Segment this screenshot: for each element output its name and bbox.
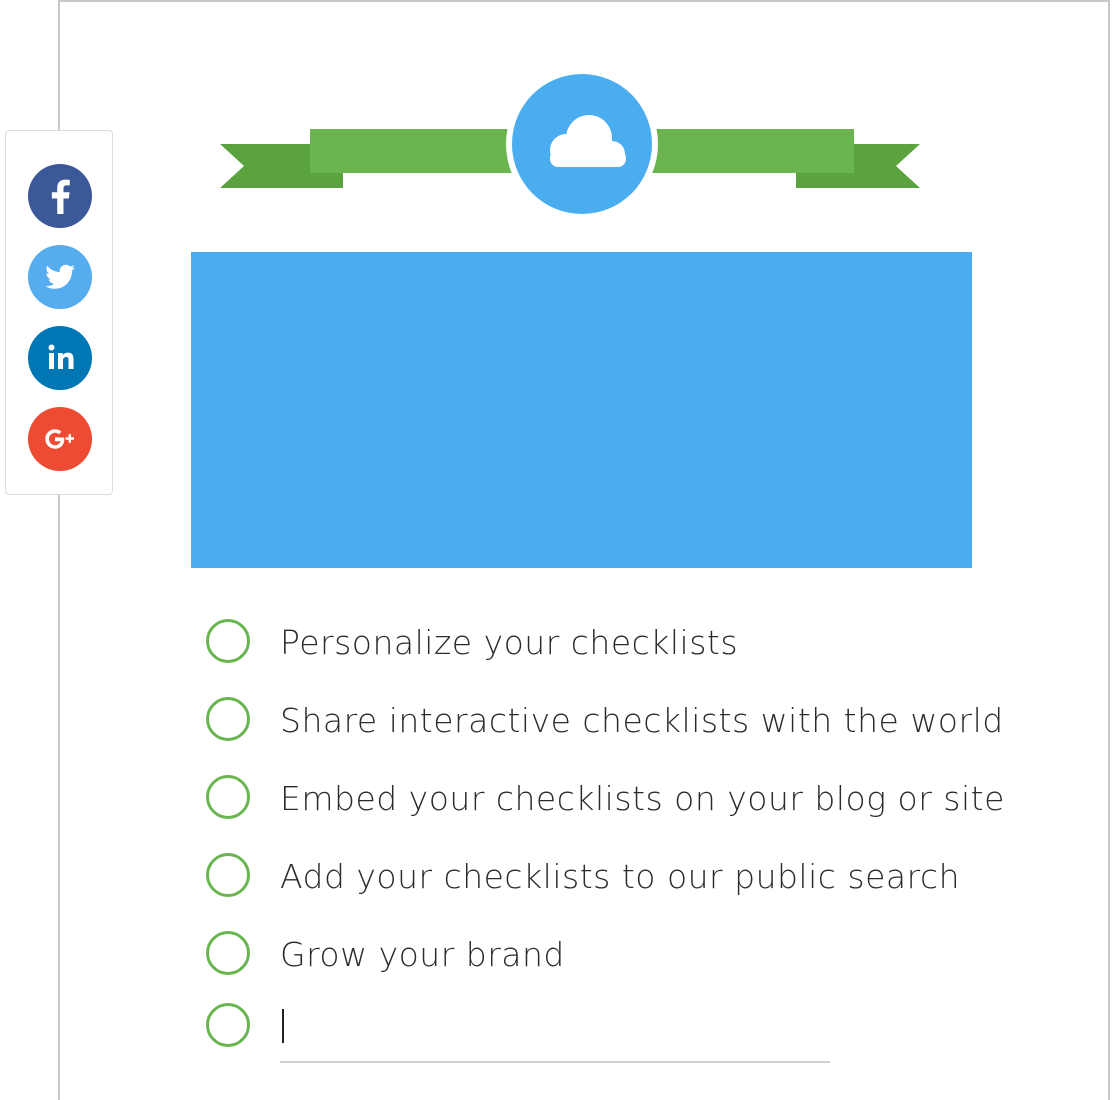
cloud-ribbon-banner [220, 74, 920, 216]
checklist: Personalize your checklists Share intera… [206, 615, 1006, 1083]
checklist-item: Add your checklists to our public search [206, 849, 1006, 927]
google-plus-share-button[interactable] [28, 407, 92, 471]
checklist-item-label: Embed your checklists on your blog or si… [280, 779, 1005, 818]
checklist-item-label: Share interactive checklists with the wo… [280, 701, 1004, 740]
checklist-item: Embed your checklists on your blog or si… [206, 771, 1006, 849]
checklist-item: Grow your brand [206, 927, 1006, 1005]
google-plus-icon [45, 429, 74, 449]
linkedin-share-button[interactable] [28, 326, 92, 390]
check-circle[interactable] [206, 1003, 250, 1047]
ribbon-left-band [310, 129, 520, 173]
checklist-item-label: Grow your brand [280, 935, 565, 974]
twitter-share-button[interactable] [28, 245, 92, 309]
check-circle[interactable] [206, 853, 250, 897]
check-circle[interactable] [206, 697, 250, 741]
linkedin-icon [48, 344, 74, 369]
social-share-bar [5, 130, 113, 495]
facebook-share-button[interactable] [28, 164, 92, 228]
checklist-item-label: Personalize your checklists [280, 623, 739, 662]
new-item-input[interactable] [280, 1005, 830, 1063]
check-circle[interactable] [206, 619, 250, 663]
facebook-icon [51, 179, 70, 214]
ribbon-right-band [642, 129, 854, 173]
twitter-icon [45, 264, 75, 289]
checklist-item: Personalize your checklists [206, 615, 1006, 693]
hero-image-placeholder [191, 252, 972, 568]
check-circle[interactable] [206, 775, 250, 819]
text-caret [282, 1009, 284, 1043]
checklist-item-label: Add your checklists to our public search [280, 857, 961, 896]
checklist-item: Share interactive checklists with the wo… [206, 693, 1006, 771]
new-checklist-item [206, 1003, 1006, 1083]
check-circle[interactable] [206, 931, 250, 975]
